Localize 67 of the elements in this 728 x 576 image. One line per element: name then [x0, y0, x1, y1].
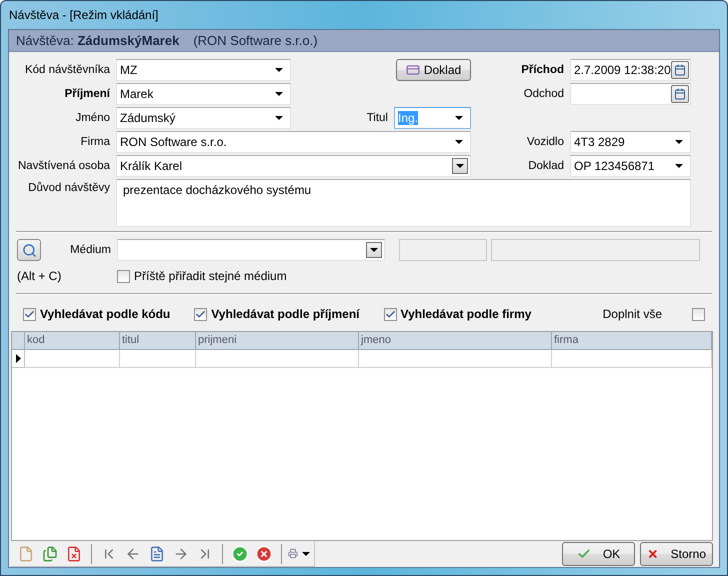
check-icon	[384, 308, 396, 320]
field-label: Navštívená osoba	[16, 159, 111, 174]
header-corner	[12, 332, 25, 350]
cancel-button[interactable]: Storno	[640, 542, 713, 566]
search-icon	[22, 242, 36, 258]
field-label: Vozidlo	[526, 135, 565, 150]
dropdown-button[interactable]	[366, 242, 382, 258]
dropdown-arrow-icon[interactable]	[275, 92, 283, 96]
combo-box[interactable]: 4T3 2829	[570, 131, 691, 153]
calendar-icon[interactable]	[671, 85, 689, 103]
row-indicator[interactable]	[12, 350, 25, 368]
dropdown-arrow-icon[interactable]	[455, 116, 463, 120]
combo-box[interactable]: Zádumský	[116, 107, 291, 129]
column-header[interactable]: firma	[552, 332, 712, 350]
close-icon	[647, 547, 659, 561]
table-cell[interactable]	[25, 350, 120, 368]
calendar-icon[interactable]	[671, 61, 689, 79]
combo-box[interactable]: OP 123456871	[570, 155, 691, 177]
search-button[interactable]	[17, 239, 41, 261]
shortcut-hint: (Alt + C)	[17, 269, 62, 283]
field-label: Důvod návštěvy	[27, 180, 111, 196]
combo-box[interactable]: RON Software s.r.o.	[116, 131, 471, 153]
combo-box[interactable]: Králík Karel	[116, 155, 471, 177]
window-title: Návštěva - [Režim vkládání]	[9, 8, 158, 22]
reason-text-area[interactable]: prezentace docházkového systému	[116, 179, 691, 227]
search-option-checkbox[interactable]: Vyhledávat podle firmy	[384, 307, 532, 321]
dropdown-button[interactable]	[452, 158, 468, 174]
table-cell[interactable]	[196, 350, 359, 368]
ok-button[interactable]: OK	[562, 542, 635, 566]
field-label: Kód návštěvníka	[24, 63, 111, 78]
document-button[interactable]: Doklad	[396, 59, 471, 81]
field-label: Firma	[80, 135, 111, 150]
dropdown-arrow-icon[interactable]	[675, 164, 683, 168]
column-header[interactable]: jmeno	[359, 332, 552, 350]
current-row-icon	[16, 354, 20, 363]
column-header[interactable]: titul	[120, 332, 196, 350]
dropdown-arrow-icon[interactable]	[275, 68, 283, 72]
dropdown-arrow-icon[interactable]	[455, 140, 463, 144]
check-icon	[195, 308, 206, 320]
search-option-checkbox[interactable]: Vyhledávat podle kódu	[23, 307, 170, 321]
table-cell[interactable]	[552, 350, 712, 368]
table-cell[interactable]	[120, 350, 196, 368]
search-option-checkbox[interactable]: Vyhledávat podle příjmení	[194, 307, 360, 321]
check-icon	[576, 547, 591, 561]
fill-all-checkbox[interactable]	[692, 308, 705, 320]
field-label: Doklad	[527, 159, 565, 174]
same-medium-checkbox[interactable]: Příště přiřadit stejné médium	[117, 269, 399, 283]
field-label: Jméno	[74, 111, 111, 126]
field-label: Médium	[69, 244, 112, 256]
field-label: Příchod	[520, 63, 565, 78]
column-header[interactable]: prijmeni	[196, 332, 359, 350]
table-cell[interactable]	[359, 350, 552, 368]
fill-all-label: Doplnit vše	[602, 307, 662, 321]
visit-title: Návštěva: ZádumskýMarek	[16, 33, 180, 48]
field-label: Titul	[366, 111, 389, 126]
column-header[interactable]: kod	[25, 332, 120, 350]
date-field[interactable]: 2.7.2009 12:38:20	[570, 59, 691, 81]
card-icon	[406, 63, 420, 77]
combo-box[interactable]: Marek	[116, 83, 291, 105]
company-name: (RON Software s.r.o.)	[193, 33, 318, 48]
field-label: Odchod	[522, 87, 565, 102]
field-label: Příjmení	[64, 87, 112, 102]
combo-box[interactable]: MZ	[116, 59, 291, 81]
date-field[interactable]	[570, 83, 691, 105]
dropdown-arrow-icon[interactable]	[675, 140, 683, 144]
dropdown-arrow-icon[interactable]	[275, 116, 283, 120]
check-icon	[24, 308, 35, 320]
